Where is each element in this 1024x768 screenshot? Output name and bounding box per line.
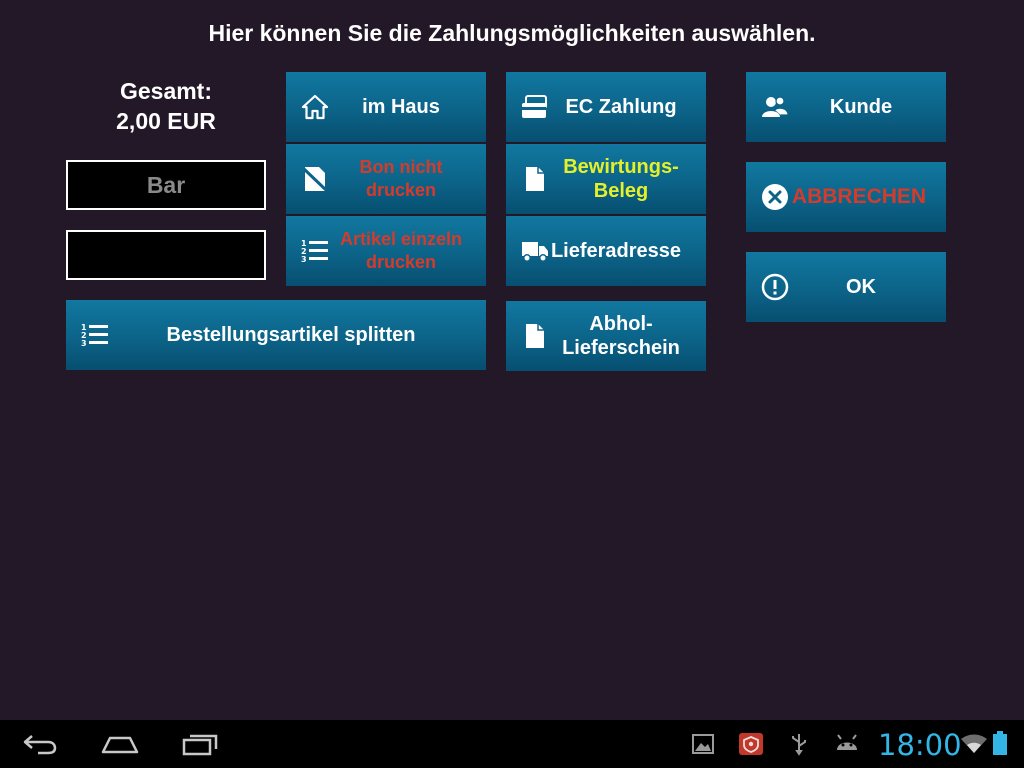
android-debug-icon[interactable] — [834, 732, 860, 759]
document-icon — [520, 164, 550, 194]
wifi-icon — [960, 734, 988, 759]
ec-zahlung-button[interactable]: EC Zahlung — [506, 72, 706, 142]
exclamation-circle-icon — [760, 272, 790, 302]
battery-icon — [992, 730, 1008, 761]
bon-nicht-drucken-button[interactable]: Bon nicht drucken — [286, 144, 486, 214]
numbered-list-icon: 1 2 3 — [300, 236, 330, 266]
page-title: Hier können Sie die Zahlungsmöglichkeite… — [208, 20, 816, 46]
lieferadresse-button[interactable]: Lieferadresse — [506, 216, 706, 286]
usb-icon[interactable] — [790, 732, 808, 761]
recent-apps-icon[interactable] — [182, 732, 220, 761]
home-icon — [300, 92, 330, 122]
ok-button[interactable]: OK — [746, 252, 946, 322]
close-circle-icon — [760, 182, 790, 212]
svg-text:3: 3 — [301, 255, 307, 264]
users-icon — [760, 92, 790, 122]
kunde-button[interactable]: Kunde — [746, 72, 946, 142]
back-icon[interactable] — [22, 732, 58, 761]
card-icon — [520, 92, 550, 122]
truck-icon — [520, 236, 550, 266]
svg-text:3: 3 — [81, 339, 87, 348]
numbered-list-icon: 1 2 3 — [80, 320, 110, 350]
security-app-icon[interactable] — [738, 732, 764, 761]
total-amount: 2,00 EUR — [116, 108, 216, 134]
payment-dialog: Hier können Sie die Zahlungsmöglichkeite… — [0, 0, 1024, 768]
total-label: Gesamt: — [119, 78, 213, 104]
total-display: Gesamt: 2,00 EUR — [66, 76, 266, 136]
home-nav-icon[interactable] — [100, 732, 140, 761]
abbrechen-button[interactable]: ABBRECHEN — [746, 162, 946, 232]
no-print-icon — [300, 164, 330, 194]
clock: 18:00 — [878, 728, 962, 762]
bestellungsartikel-splitten-button[interactable]: 1 2 3 Bestellungsartikel splitten — [66, 300, 486, 370]
abhol-lieferschein-button[interactable]: Abhol- Lieferschein — [506, 301, 706, 371]
payment-amount-field[interactable] — [66, 230, 266, 280]
gallery-icon[interactable] — [692, 734, 714, 759]
artikel-einzeln-drucken-button[interactable]: 1 2 3 Artikel einzeln drucken — [286, 216, 486, 286]
im-haus-button[interactable]: im Haus — [286, 72, 486, 142]
document-icon — [520, 321, 550, 351]
system-navigation-bar: 18:00 — [0, 720, 1024, 768]
payment-method-field[interactable]: Bar — [66, 160, 266, 210]
bewirtungs-beleg-button[interactable]: Bewirtungs- Beleg — [506, 144, 706, 214]
